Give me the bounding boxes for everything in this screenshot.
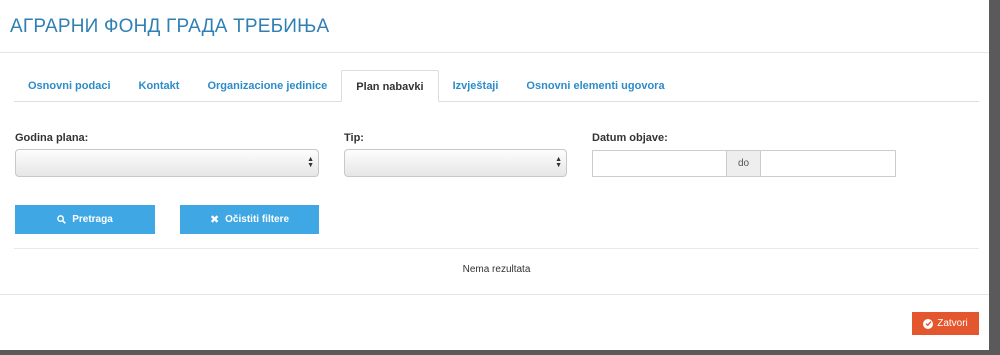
- date-label: Datum objave:: [592, 132, 668, 144]
- results-divider: [14, 248, 979, 249]
- tab-osnovni-podaci[interactable]: Osnovni podaci: [14, 70, 125, 102]
- tab-bar: Osnovni podaci Kontakt Organizacione jed…: [14, 70, 979, 102]
- year-label: Godina plana:: [15, 132, 89, 144]
- type-select[interactable]: ▲ ▼: [344, 149, 567, 177]
- check-circle-icon: [923, 318, 934, 329]
- tab-plan-nabavki[interactable]: Plan nabavki: [341, 70, 439, 102]
- no-results-text: Nema rezultata: [462, 264, 531, 275]
- clear-filters-button-label: Očistiti filtere: [225, 214, 290, 225]
- select-arrows-icon: ▲ ▼: [307, 156, 314, 169]
- clear-filters-button[interactable]: ✖ Očistiti filtere: [180, 205, 319, 234]
- times-icon: ✖: [209, 214, 220, 226]
- tab-kontakt[interactable]: Kontakt: [125, 70, 194, 102]
- select-arrows-icon: ▲ ▼: [555, 156, 562, 169]
- tab-izvjestaji[interactable]: Izvještaji: [439, 70, 513, 102]
- footer-divider: [0, 294, 989, 295]
- year-select[interactable]: ▲ ▼: [15, 149, 319, 177]
- date-separator: do: [726, 150, 761, 177]
- modal-title: АГРАРНИ ФОНД ГРАДА ТРЕБИЊА: [10, 16, 330, 37]
- search-icon: [57, 215, 67, 224]
- date-from-input[interactable]: [592, 150, 727, 177]
- close-button-label: Zatvori: [937, 318, 968, 329]
- modal-header: АГРАРНИ ФОНД ГРАДА ТРЕБИЊА: [0, 0, 989, 53]
- tab-organizacione-jedinice[interactable]: Organizacione jedinice: [193, 70, 341, 102]
- search-button-label: Pretraga: [72, 214, 113, 225]
- search-button[interactable]: Pretraga: [15, 205, 155, 234]
- close-button[interactable]: Zatvori: [912, 312, 979, 335]
- type-label: Tip:: [344, 132, 364, 144]
- date-to-input[interactable]: [760, 150, 896, 177]
- modal-dialog: АГРАРНИ ФОНД ГРАДА ТРЕБИЊА Osnovni podac…: [0, 0, 989, 350]
- tab-osnovni-elementi-ugovora[interactable]: Osnovni elementi ugovora: [512, 70, 678, 102]
